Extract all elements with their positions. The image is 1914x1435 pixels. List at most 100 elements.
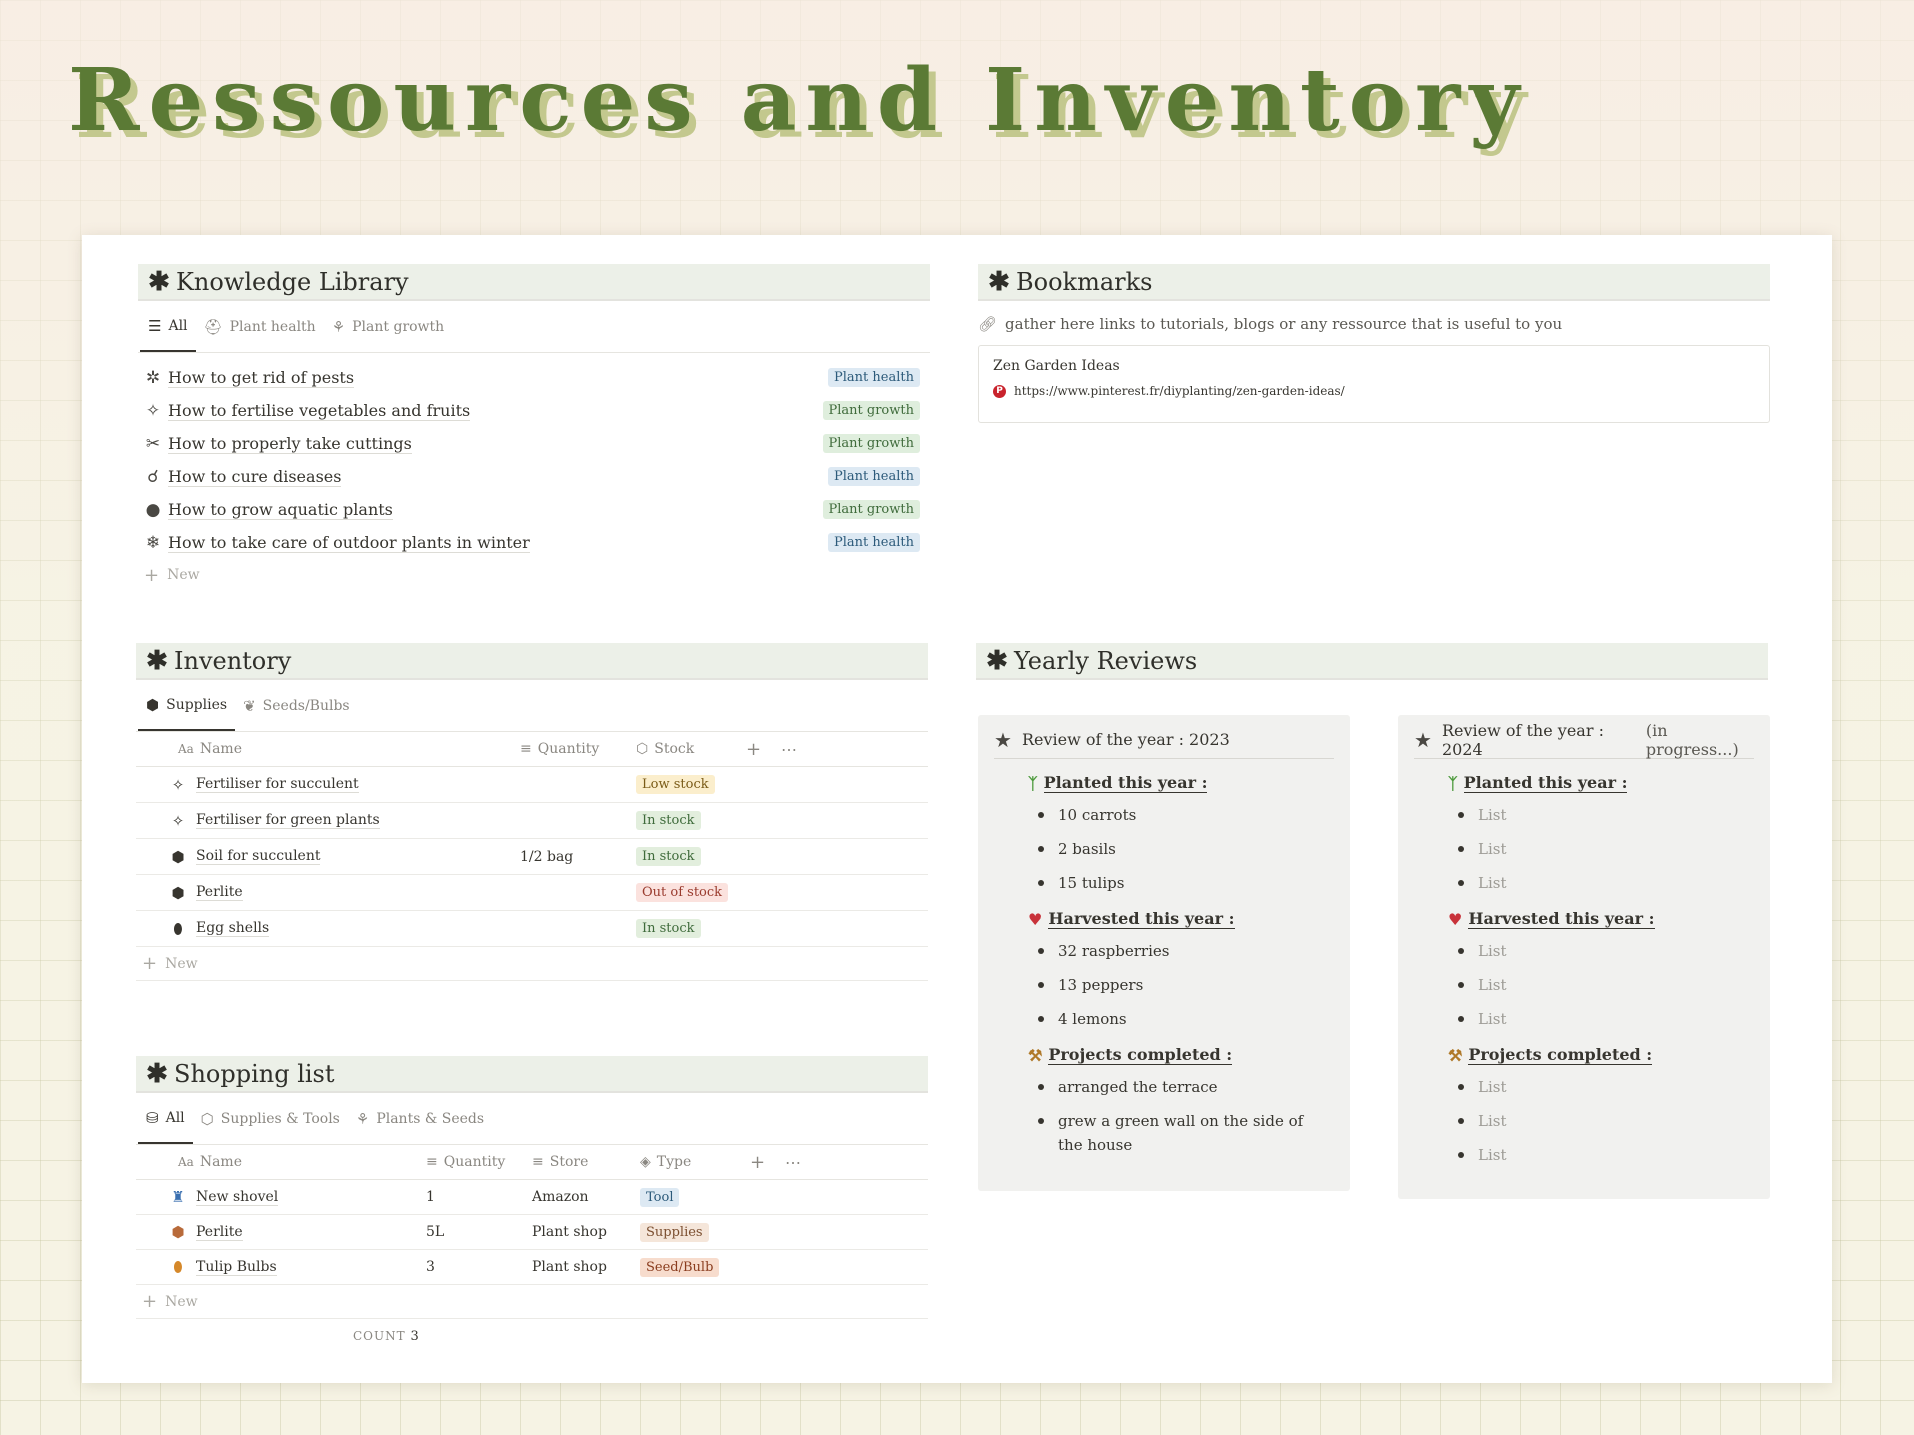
harvested-heading: ♥ Harvested this year : xyxy=(1448,909,1655,929)
tab-all[interactable]: ⛁ All xyxy=(138,1104,193,1144)
new-item-button[interactable]: + New xyxy=(138,559,930,591)
asterisk-icon: ✱ xyxy=(146,1058,168,1089)
new-item-button[interactable]: + New xyxy=(136,947,928,981)
table-row[interactable]: ✧ Fertiliser for green plants In stock xyxy=(136,803,928,839)
shopping-list-header[interactable]: ✱ Shopping list xyxy=(136,1056,928,1093)
type-badge: Tool xyxy=(640,1187,680,1207)
inventory-header[interactable]: ✱ Inventory xyxy=(136,643,928,680)
table-row[interactable]: ⬢ Perlite Out of stock xyxy=(136,875,928,911)
table-row[interactable]: ✧ Fertiliser for succulent Low stock xyxy=(136,767,928,803)
sprout-icon: ᛉ xyxy=(1028,773,1038,793)
list-item[interactable]: List xyxy=(1458,837,1754,861)
review-title: ★ Review of the year : 2024 (in progress… xyxy=(1414,721,1754,759)
tab-plant-health[interactable]: ⛑ Plant health xyxy=(196,312,324,352)
bookmarks-header[interactable]: ✱ Bookmarks xyxy=(978,264,1770,301)
list-item[interactable]: List xyxy=(1458,973,1754,997)
box-icon: ⬢ xyxy=(171,847,185,866)
projects-list: arranged the terrace grew a green wall o… xyxy=(1038,1075,1308,1157)
tab-supplies[interactable]: ⬢ Supplies xyxy=(138,691,236,731)
more-options-icon[interactable]: ⋯ xyxy=(785,1153,815,1172)
add-column-icon[interactable]: + xyxy=(750,1152,785,1173)
projects-list: List List List xyxy=(1458,1075,1754,1167)
egg-icon: ⬮ xyxy=(173,919,183,938)
tag-badge: Plant health xyxy=(828,533,920,552)
type-badge: Seed/Bulb xyxy=(640,1257,720,1277)
knowledge-tabs: ☰ All ⛑ Plant health ⚘ Plant growth xyxy=(138,303,930,353)
hammer-wrench-icon: ⚒ xyxy=(1028,1045,1043,1065)
column-name[interactable]: Aa Name xyxy=(136,741,520,757)
tag-badge: Plant growth xyxy=(822,434,920,453)
table-row[interactable]: ⬢ Soil for succulent 1/2 bag In stock xyxy=(136,839,928,875)
tab-all[interactable]: ☰ All xyxy=(140,312,196,352)
list-item[interactable]: List xyxy=(1458,871,1754,895)
shovel-icon: ♜ xyxy=(171,1188,185,1206)
tab-seeds-bulbs[interactable]: ❦ Seeds/Bulbs xyxy=(235,691,358,731)
table-row[interactable]: ♜ New shovel 1 Amazon Tool xyxy=(136,1180,928,1215)
tag-badge: Plant health xyxy=(828,467,920,486)
harvested-list: 32 raspberries 13 peppers 4 lemons xyxy=(1038,939,1334,1031)
list-item: 32 raspberries xyxy=(1038,939,1334,963)
tag-badge: Plant health xyxy=(828,368,920,387)
review-card-2024[interactable]: ★ Review of the year : 2024 (in progress… xyxy=(1398,715,1770,1199)
list-item[interactable]: ✂ How to properly take cuttings Plant gr… xyxy=(138,427,930,460)
more-options-icon[interactable]: ⋯ xyxy=(781,740,811,759)
tab-plant-growth[interactable]: ⚘ Plant growth xyxy=(324,312,453,352)
page-title: Ressources and Inventory xyxy=(68,50,1529,151)
lines-icon: ≡ xyxy=(532,1154,544,1170)
lines-icon: ≡ xyxy=(520,741,532,757)
tag-badge: Plant growth xyxy=(822,401,920,420)
tab-supplies-tools[interactable]: ⬡ Supplies & Tools xyxy=(193,1104,348,1144)
column-quantity[interactable]: ≡ Quantity xyxy=(520,741,636,757)
list-icon: ☰ xyxy=(148,317,162,335)
star-icon: ★ xyxy=(994,727,1012,752)
bookmark-url[interactable]: P https://www.pinterest.fr/diyplanting/z… xyxy=(993,384,1755,398)
knowledge-list: ✲ How to get rid of pests Plant health ✧… xyxy=(138,361,930,591)
plus-icon: + xyxy=(142,953,158,974)
new-item-button[interactable]: + New xyxy=(136,1285,928,1319)
hammer-wrench-icon: ⚒ xyxy=(1448,1045,1463,1065)
list-item[interactable]: List xyxy=(1458,803,1754,827)
column-name[interactable]: Aa Name xyxy=(136,1154,426,1170)
list-item[interactable]: List xyxy=(1458,1075,1754,1099)
box-icon: ⬡ xyxy=(200,1110,214,1128)
column-stock[interactable]: ⬡ Stock xyxy=(636,741,746,757)
table-row[interactable]: ⬮ Tulip Bulbs 3 Plant shop Seed/Bulb xyxy=(136,1250,928,1285)
column-store[interactable]: ≡ Store xyxy=(532,1154,640,1170)
list-item[interactable]: List xyxy=(1458,939,1754,963)
knowledge-library-section: ✱ Knowledge Library ☰ All ⛑ Plant health… xyxy=(138,264,930,591)
plus-icon: + xyxy=(144,564,160,586)
list-item[interactable]: ✧ How to fertilise vegetables and fruits… xyxy=(138,394,930,427)
list-item[interactable]: ❄ How to take care of outdoor plants in … xyxy=(138,526,930,559)
yearly-reviews-header[interactable]: ✱ Yearly Reviews xyxy=(976,643,1768,680)
status-badge: Low stock xyxy=(636,775,715,794)
projects-heading: ⚒ Projects completed : xyxy=(1448,1045,1653,1065)
add-column-icon[interactable]: + xyxy=(746,739,781,760)
box-icon: ⬢ xyxy=(171,883,185,902)
list-item[interactable]: List xyxy=(1458,1109,1754,1133)
main-card: ✱ Knowledge Library ☰ All ⛑ Plant health… xyxy=(82,235,1832,1383)
projects-heading: ⚒ Projects completed : xyxy=(1028,1045,1233,1065)
list-item[interactable]: List xyxy=(1458,1007,1754,1031)
bookmark-card[interactable]: Zen Garden Ideas P https://www.pinterest… xyxy=(978,345,1770,423)
list-item[interactable]: ● How to grow aquatic plants Plant growt… xyxy=(138,493,930,526)
plant-icon: ⚘ xyxy=(331,318,346,336)
column-quantity[interactable]: ≡ Quantity xyxy=(426,1154,532,1170)
status-badge: Out of stock xyxy=(636,883,729,902)
list-item[interactable]: List xyxy=(1458,1143,1754,1167)
table-row[interactable]: ⬢ Perlite 5L Plant shop Supplies xyxy=(136,1215,928,1250)
status-badge: In stock xyxy=(636,811,701,830)
planted-heading: ᛉ Planted this year : xyxy=(1448,773,1628,793)
list-item: 10 carrots xyxy=(1038,803,1334,827)
review-card-2023[interactable]: ★ Review of the year : 2023 ᛉ Planted th… xyxy=(978,715,1350,1191)
column-type[interactable]: ◈ Type xyxy=(640,1154,750,1170)
tab-plants-seeds[interactable]: ⚘ Plants & Seeds xyxy=(348,1104,492,1144)
inventory-table-header: Aa Name ≡ Quantity ⬡ Stock + ⋯ xyxy=(136,732,928,767)
list-item[interactable]: ✲ How to get rid of pests Plant health xyxy=(138,361,930,394)
table-row[interactable]: ⬮ Egg shells In stock xyxy=(136,911,928,947)
type-badge: Supplies xyxy=(640,1222,709,1242)
shopping-table-header: Aa Name ≡ Quantity ≡ Store ◈ Type + ⋯ xyxy=(136,1145,928,1180)
knowledge-library-header[interactable]: ✱ Knowledge Library xyxy=(138,264,930,301)
planted-list: List List List xyxy=(1458,803,1754,895)
bookmark-title: Zen Garden Ideas xyxy=(993,358,1120,374)
list-item[interactable]: ☌ How to cure diseases Plant health xyxy=(138,460,930,493)
